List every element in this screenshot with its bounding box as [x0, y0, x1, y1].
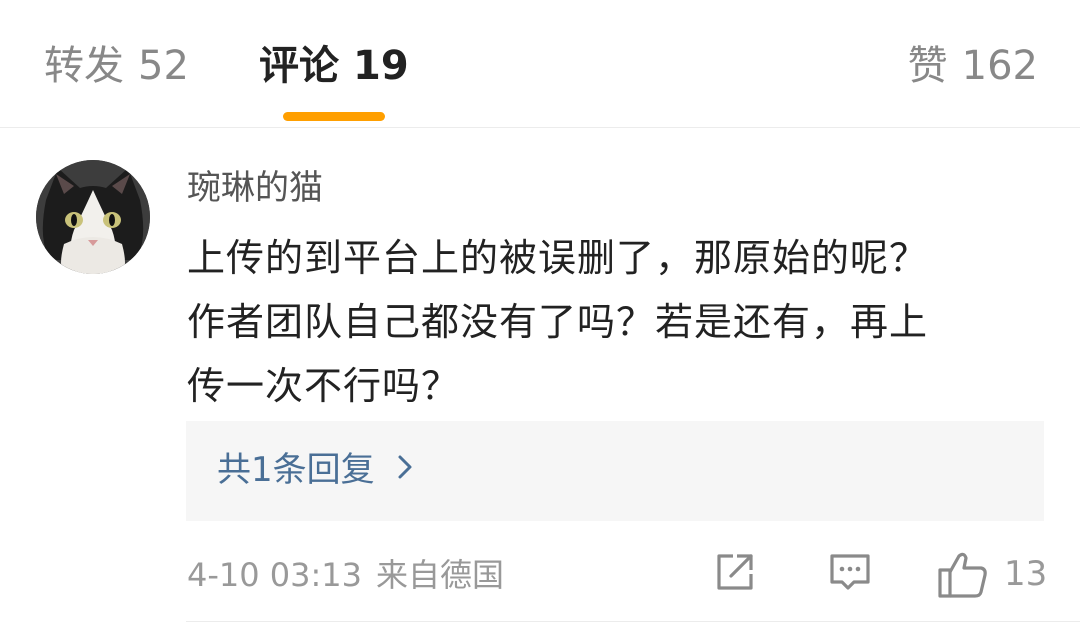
comment-icon — [830, 554, 870, 590]
like-count: 13 — [1004, 554, 1048, 594]
cat-avatar-icon — [36, 160, 150, 274]
tab-comment[interactable]: 评论 19 — [259, 38, 409, 94]
view-replies-link[interactable]: 共1条回复 — [217, 446, 413, 496]
tab-like-label: 赞 — [907, 43, 948, 89]
chevron-right-icon — [397, 445, 413, 493]
thumbs-up-icon — [938, 552, 987, 598]
tab-comment-label: 评论 — [259, 43, 339, 89]
comment-author[interactable]: 琬琳的猫 — [187, 166, 323, 210]
comment-item: 琬琳的猫 上传的到平台上的被误删了，那原始的呢？ 作者团队自己都没有了吗？若是还… — [0, 128, 1080, 637]
comment-timestamp: 4-10 03:13 — [187, 556, 363, 594]
comment-meta: 4-10 03:13 来自德国 — [187, 553, 504, 597]
share-button[interactable] — [713, 550, 757, 598]
tab-repost-count: 52 — [138, 43, 189, 89]
view-replies-label: 共1条回复 — [217, 450, 375, 490]
comment-text-line: 上传的到平台上的被误删了，那原始的呢？ — [187, 236, 929, 280]
replies-box[interactable]: 共1条回复 — [186, 421, 1044, 521]
tab-like[interactable]: 赞 162 — [908, 38, 1038, 94]
comment-tabs: 转发 52 评论 19 赞 162 — [0, 0, 1080, 128]
avatar[interactable] — [36, 160, 150, 274]
tab-like-count: 162 — [961, 43, 1038, 89]
comment-text: 上传的到平台上的被误删了，那原始的呢？ 作者团队自己都没有了吗？若是还有，再上 … — [187, 226, 1055, 418]
divider — [186, 621, 1080, 622]
comment-text-line: 传一次不行吗？ — [187, 364, 461, 408]
tab-repost-label: 转发 — [44, 43, 124, 89]
like-button[interactable] — [937, 550, 989, 604]
comment-source: 来自德国 — [376, 556, 505, 594]
tab-repost[interactable]: 转发 52 — [44, 38, 189, 94]
tab-comment-count: 19 — [353, 43, 409, 89]
share-icon — [717, 554, 753, 590]
comment-text-line: 作者团队自己都没有了吗？若是还有，再上 — [187, 300, 929, 344]
active-tab-indicator — [283, 112, 385, 121]
reply-button[interactable] — [828, 550, 872, 598]
